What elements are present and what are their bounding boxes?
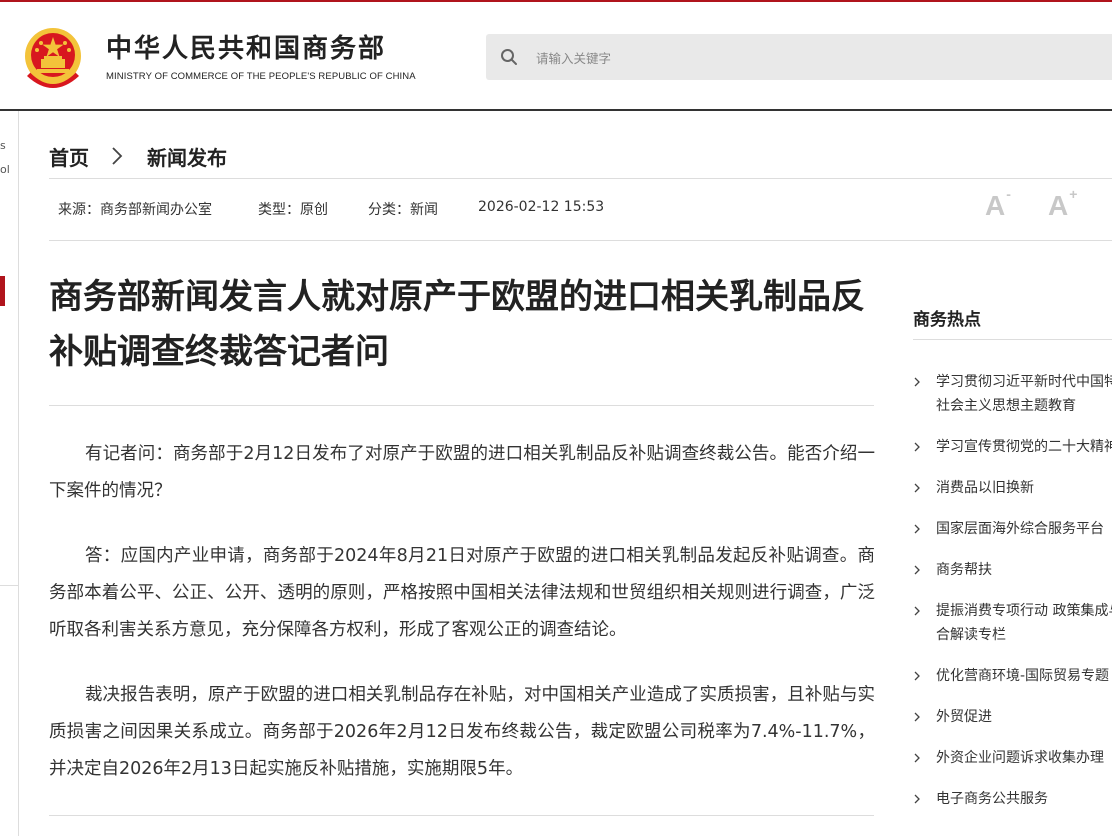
search-icon[interactable] bbox=[500, 48, 518, 66]
left-nav-active-marker bbox=[0, 276, 5, 306]
meta-divider-top bbox=[49, 178, 1112, 179]
left-nav-divider bbox=[0, 585, 18, 586]
site-header: 中华人民共和国商务部 MINISTRY OF COMMERCE OF THE P… bbox=[0, 2, 1112, 110]
sidebar-item-label: 提振消费专项行动 政策集成与综 bbox=[936, 603, 1112, 619]
article-paragraph: 答：应国内产业申请，商务部于2024年8月21日对原产于欧盟的进口相关乳制品发起… bbox=[49, 546, 875, 640]
sidebar-item-label: 国家层面海外综合服务平台 bbox=[936, 521, 1104, 537]
article-footer-divider bbox=[49, 815, 874, 816]
chevron-right-icon bbox=[914, 606, 920, 616]
article-meta: 来源：商务部新闻办公室 类型：原创 分类：新闻 2026-02-12 15:53 bbox=[58, 199, 604, 219]
search-input[interactable] bbox=[534, 34, 1098, 82]
meta-type: 类型：原创 bbox=[258, 202, 328, 218]
chevron-right-icon bbox=[914, 753, 920, 763]
font-decrease-label: A bbox=[985, 190, 1006, 221]
meta-divider-bottom bbox=[49, 240, 1112, 241]
site-title[interactable]: 中华人民共和国商务部 bbox=[106, 34, 386, 64]
sidebar-title: 商务热点 bbox=[913, 310, 981, 330]
meta-category: 分类：新闻 bbox=[368, 202, 438, 218]
meta-source: 来源：商务部新闻办公室 bbox=[58, 202, 212, 218]
search-box[interactable] bbox=[486, 34, 1112, 82]
national-emblem-icon[interactable] bbox=[23, 26, 83, 90]
chevron-right-icon bbox=[914, 524, 920, 534]
meta-datetime: 2026-02-12 15:53 bbox=[478, 199, 605, 215]
left-nav-fragment bbox=[0, 111, 19, 836]
sidebar-item[interactable]: 国家层面海外综合服务平台 bbox=[912, 517, 1112, 541]
sidebar-item-label: 商务帮扶 bbox=[936, 562, 992, 578]
site-subtitle: MINISTRY OF COMMERCE OF THE PEOPLE'S REP… bbox=[106, 71, 416, 82]
chevron-right-icon bbox=[914, 377, 920, 387]
article-title: 商务部新闻发言人就对原产于欧盟的进口相关乳制品反补贴调查终裁答记者问 bbox=[49, 277, 865, 372]
sidebar-item[interactable]: 消费品以旧换新 bbox=[912, 476, 1112, 500]
sidebar-item-label: 外贸促进 bbox=[936, 709, 992, 725]
chevron-right-icon bbox=[112, 147, 123, 165]
sidebar-item[interactable]: 外资企业问题诉求收集办理 bbox=[912, 746, 1112, 770]
sidebar-item-label-2: 社会主义思想主题教育 bbox=[936, 398, 1076, 414]
article-paragraph: 有记者问：商务部于2月12日发布了对原产于欧盟的进口相关乳制品反补贴调查终裁公告… bbox=[49, 444, 875, 501]
sidebar-item[interactable]: 提振消费专项行动 政策集成与综 合解读专栏 bbox=[912, 599, 1112, 647]
font-decrease-mark: - bbox=[1006, 185, 1011, 202]
sidebar-item-label: 优化营商环境-国际贸易专题 bbox=[936, 668, 1110, 684]
left-nav-text-fragment[interactable]: ol bbox=[0, 163, 10, 176]
sidebar-item-label: 电子商务公共服务 bbox=[936, 791, 1048, 807]
header-divider bbox=[0, 109, 1112, 111]
breadcrumb-home[interactable]: 首页 bbox=[49, 142, 89, 171]
chevron-right-icon bbox=[914, 483, 920, 493]
chevron-right-icon bbox=[914, 565, 920, 575]
sidebar-item-label-2: 合解读专栏 bbox=[936, 627, 1006, 643]
sidebar-item[interactable]: 优化营商环境-国际贸易专题 bbox=[912, 664, 1112, 688]
sidebar-item[interactable]: 学习宣传贯彻党的二十大精神 bbox=[912, 435, 1112, 459]
chevron-right-icon bbox=[914, 794, 920, 804]
font-increase-mark: + bbox=[1069, 185, 1078, 202]
left-nav-text-fragment[interactable]: s bbox=[0, 139, 6, 152]
chevron-right-icon bbox=[914, 671, 920, 681]
sidebar-list: 学习贯彻习近平新时代中国特色 社会主义思想主题教育 学习宣传贯彻党的二十大精神 … bbox=[912, 370, 1112, 828]
chevron-right-icon bbox=[914, 712, 920, 722]
sidebar-item-label: 外资企业问题诉求收集办理 bbox=[936, 750, 1104, 766]
sidebar-item[interactable]: 商务帮扶 bbox=[912, 558, 1112, 582]
sidebar-title-divider bbox=[913, 339, 1112, 340]
chevron-right-icon bbox=[914, 442, 920, 452]
sidebar-item[interactable]: 学习贯彻习近平新时代中国特色 社会主义思想主题教育 bbox=[912, 370, 1112, 418]
sidebar-item-label: 学习宣传贯彻党的二十大精神 bbox=[936, 439, 1112, 455]
sidebar-item[interactable]: 电子商务公共服务 bbox=[912, 787, 1112, 811]
breadcrumb: 首页 新闻发布 bbox=[49, 142, 227, 170]
article-paragraph: 裁决报告表明，原产于欧盟的进口相关乳制品存在补贴，对中国相关产业造成了实质损害，… bbox=[49, 685, 875, 779]
breadcrumb-section[interactable]: 新闻发布 bbox=[147, 142, 227, 171]
sidebar-item-label: 学习贯彻习近平新时代中国特色 bbox=[936, 374, 1112, 390]
sidebar-item-label: 消费品以旧换新 bbox=[936, 480, 1034, 496]
font-increase-label: A bbox=[1048, 190, 1069, 221]
sidebar-item[interactable]: 外贸促进 bbox=[912, 705, 1112, 729]
font-increase-button[interactable]: A+ bbox=[1048, 186, 1077, 222]
title-divider bbox=[49, 405, 874, 406]
font-decrease-button[interactable]: A- bbox=[985, 186, 1011, 222]
